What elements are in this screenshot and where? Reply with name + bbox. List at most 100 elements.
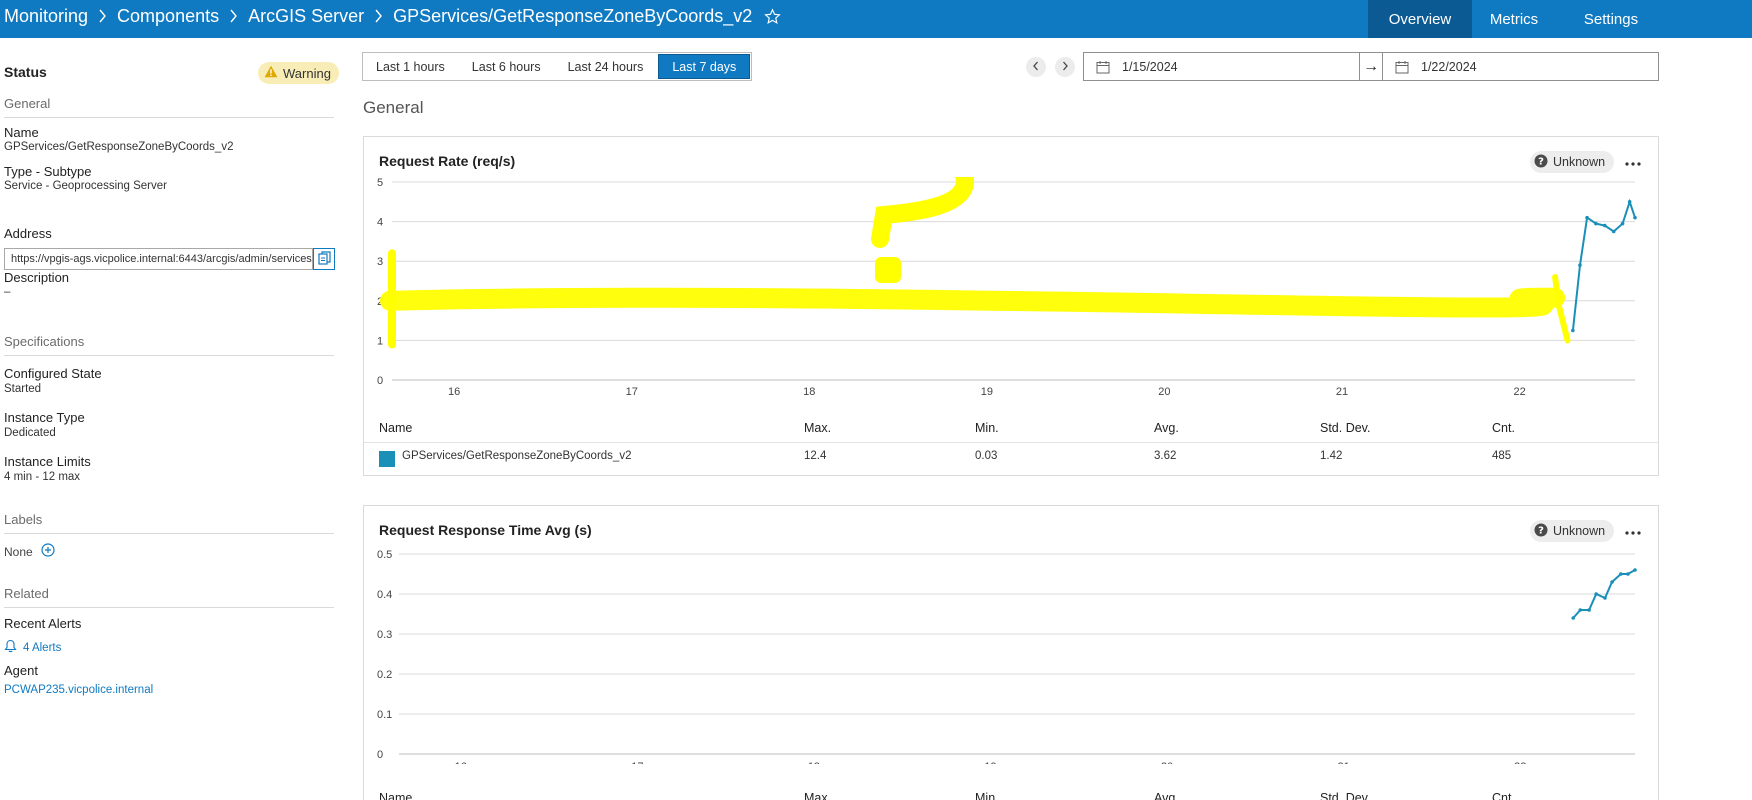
date-range-arrow: →: [1359, 52, 1383, 81]
row-series-name: GPServices/GetResponseZoneByCoords_v2: [402, 450, 632, 462]
range-last-24-hours[interactable]: Last 24 hours: [555, 53, 658, 80]
x-tick-label: 22: [1513, 386, 1525, 397]
col-count: Cnt.: [1492, 421, 1515, 435]
y-tick-label: 0.2: [377, 669, 392, 681]
end-date-input[interactable]: 1/22/2024: [1382, 52, 1659, 81]
data-point: [1619, 572, 1623, 576]
data-point: [1594, 221, 1598, 226]
breadcrumb-current-service: GPServices/GetResponseZoneByCoords_v2: [393, 5, 753, 26]
range-last-1-hours[interactable]: Last 1 hours: [363, 53, 459, 80]
highlight-stroke: [380, 287, 1566, 318]
bell-icon: [4, 639, 17, 656]
chevron-right-icon: [229, 9, 238, 23]
tab-metrics[interactable]: Metrics: [1472, 0, 1556, 38]
range-last-7-days[interactable]: Last 7 days: [658, 54, 751, 79]
address-label: Address: [4, 226, 52, 241]
instance-limits-value: 4 min - 12 max: [4, 471, 81, 483]
col-min: Min.: [975, 791, 999, 800]
y-tick-label: 0.4: [377, 589, 392, 601]
name-label: Name: [4, 125, 39, 140]
status-text: Unknown: [1553, 524, 1606, 538]
highlight-right-tail: [1552, 274, 1571, 344]
x-tick-label: 18: [803, 386, 815, 397]
breadcrumb-arcgis-server[interactable]: ArcGIS Server: [248, 6, 364, 27]
breadcrumb-monitoring[interactable]: Monitoring: [4, 6, 88, 27]
data-point: [1571, 616, 1575, 620]
col-max: Max.: [804, 421, 832, 435]
x-tick-label: 17: [631, 761, 643, 764]
x-tick-label: 19: [981, 386, 993, 397]
data-point: [1611, 229, 1616, 234]
request-rate-status-badge: ? Unknown: [1530, 151, 1615, 173]
x-tick-label: 17: [626, 386, 638, 397]
y-tick-label: 3: [377, 256, 383, 268]
y-tick-label: 0: [377, 749, 383, 761]
request-rate-table-header: Name Max. Min. Avg. Std. Dev. Cnt.: [364, 414, 1658, 442]
agent-link[interactable]: PCWAP235.vicpolice.internal: [4, 684, 153, 696]
col-name: Name: [379, 791, 413, 800]
col-std-dev: Std. Dev.: [1320, 421, 1371, 435]
request-rate-more-button[interactable]: [1623, 154, 1643, 170]
request-rate-chart: 01234516 17 18 19 20 21 22: [377, 177, 1637, 397]
instance-limits-label: Instance Limits: [4, 454, 91, 469]
chevron-right-icon: [98, 9, 107, 23]
chevron-left-icon: [1032, 58, 1040, 76]
more-horizontal-icon: [1625, 153, 1641, 171]
response-time-panel: Request Response Time Avg (s) ? Unknown …: [363, 505, 1659, 800]
more-horizontal-icon: [1625, 522, 1641, 540]
copy-address-button[interactable]: [313, 248, 335, 270]
y-tick-label: 1: [377, 335, 383, 347]
description-value: –: [4, 286, 11, 298]
col-name: Name: [379, 421, 413, 435]
col-avg: Avg.: [1154, 791, 1179, 800]
data-point: [1633, 568, 1637, 572]
time-range-selector: Last 1 hours Last 6 hours Last 24 hours …: [362, 52, 753, 81]
x-tick-label: 21: [1336, 386, 1348, 397]
agent-label: Agent: [4, 663, 38, 678]
next-range-button[interactable]: [1055, 57, 1075, 77]
labels-row: None: [4, 543, 55, 560]
x-tick-label: 20: [1158, 386, 1170, 397]
data-point: [1585, 215, 1589, 220]
y-tick-label: 5: [377, 177, 383, 189]
table-row[interactable]: GPServices/GetResponseZoneByCoords_v2 12…: [364, 442, 1658, 474]
start-date-input[interactable]: 1/15/2024: [1083, 52, 1360, 81]
range-last-6-hours[interactable]: Last 6 hours: [459, 53, 555, 80]
tab-overview[interactable]: Overview: [1368, 0, 1472, 38]
calendar-icon: [1096, 60, 1110, 74]
configured-state-label: Configured State: [4, 366, 102, 381]
col-std-dev: Std. Dev.: [1320, 791, 1371, 800]
type-label: Type - Subtype: [4, 164, 92, 179]
main-section-heading: General: [363, 98, 424, 117]
tab-settings[interactable]: Settings: [1556, 0, 1666, 38]
series-swatch: [379, 451, 395, 467]
col-min: Min.: [975, 421, 999, 435]
recent-alerts-label: Recent Alerts: [4, 616, 82, 631]
address-field[interactable]: https://vpgis-ags.vicpolice.internal:644…: [4, 248, 313, 270]
add-label-icon[interactable]: [41, 543, 55, 560]
section-specifications: Specifications: [4, 334, 334, 356]
request-rate-title: Request Rate (req/s): [379, 153, 516, 169]
row-avg: 3.62: [1154, 450, 1177, 462]
breadcrumb-components[interactable]: Components: [117, 6, 219, 27]
chevron-right-icon: [1061, 58, 1069, 76]
y-tick-label: 4: [377, 217, 383, 229]
previous-range-button[interactable]: [1026, 57, 1046, 77]
row-std-dev: 1.42: [1320, 450, 1343, 462]
x-tick-label: 16: [455, 761, 467, 764]
x-tick-label: 18: [808, 761, 820, 764]
favorite-star-icon[interactable]: [764, 7, 782, 25]
recent-alerts-count[interactable]: 4 Alerts: [23, 642, 61, 654]
section-labels: Labels: [4, 512, 334, 534]
breadcrumb: Monitoring Components ArcGIS Server GPSe…: [4, 0, 782, 32]
svg-text:?: ?: [1538, 525, 1544, 536]
y-tick-label: 0.1: [377, 709, 392, 721]
name-value: GPServices/GetResponseZoneByCoords_v2: [4, 141, 234, 153]
response-time-status-badge: ? Unknown: [1530, 520, 1615, 542]
recent-alerts-link[interactable]: 4 Alerts: [4, 639, 61, 656]
labels-value: None: [4, 544, 33, 559]
data-point: [1620, 221, 1625, 226]
row-count: 485: [1492, 450, 1512, 462]
col-max: Max.: [804, 791, 832, 800]
response-time-more-button[interactable]: [1623, 523, 1643, 539]
